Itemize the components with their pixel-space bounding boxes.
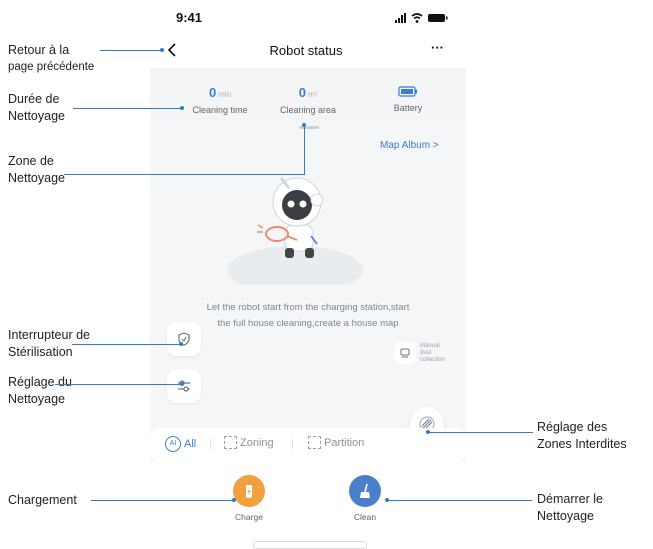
leader-dot — [232, 498, 236, 502]
divider — [210, 439, 211, 449]
leader-line — [55, 384, 181, 385]
leader-dot — [302, 123, 306, 127]
annotation-charging: Chargement — [8, 493, 77, 507]
leader-line — [386, 500, 532, 501]
leader-dot — [179, 342, 183, 346]
page-title: Robot status — [269, 43, 343, 58]
battery-label: Battery — [393, 103, 423, 113]
battery-stat: Battery — [358, 84, 458, 113]
leader-dot — [180, 106, 184, 110]
annotation-back: Retour à la page précédente — [8, 43, 95, 73]
cleaning-area-unit: m² — [307, 90, 318, 99]
leader-line — [91, 500, 234, 501]
partition-icon — [308, 436, 321, 449]
cleaning-time-value: 0 — [208, 85, 217, 100]
mode-zoning-label: Zoning — [240, 436, 274, 449]
cleaning-area-stat: 0 m² Cleaning area — [258, 84, 358, 115]
leader-line — [72, 344, 180, 345]
annotation-zone: Zone de Nettoyage — [8, 154, 65, 185]
annotation-start: Démarrer le Nettoyage — [537, 492, 603, 523]
signal-icon — [395, 13, 406, 23]
map-hint: Let the robot start from the charging st… — [160, 300, 456, 332]
charge-icon — [246, 485, 252, 498]
home-indicator — [253, 541, 367, 549]
sterilization-button[interactable] — [167, 322, 201, 356]
more-button[interactable]: ··· — [431, 40, 444, 55]
leader-dot — [426, 430, 430, 434]
status-icons — [395, 11, 451, 23]
map-hint-line-1: Let the robot start from the charging st… — [206, 302, 410, 313]
broom-icon — [360, 483, 370, 498]
sliders-icon — [178, 380, 190, 392]
charge-label: Charge — [235, 512, 263, 522]
battery-status-icon — [428, 14, 448, 22]
manual-dust-collection-button[interactable]: Manual dust collection — [394, 340, 462, 366]
annotation-forbidden: Réglage des Zones Interdites — [537, 420, 627, 451]
leader-line — [304, 125, 305, 175]
annotation-settings: Réglage du Nettoyage — [8, 375, 72, 406]
mode-zoning[interactable]: Zoning — [224, 436, 274, 449]
cleaning-area-label: Cleaning area — [279, 105, 337, 115]
leader-line — [64, 174, 305, 175]
wifi-icon — [411, 13, 423, 23]
mode-partition-label: Partition — [324, 436, 365, 449]
back-button[interactable] — [162, 40, 182, 60]
ai-icon: AI — [165, 436, 181, 452]
leader-dot — [385, 498, 389, 502]
manual-dust-label: Manual dust collection — [420, 342, 446, 363]
leader-dot — [180, 382, 184, 386]
charge-button[interactable] — [233, 475, 265, 507]
map-album-link[interactable]: Map Album > — [380, 140, 439, 151]
leader-line — [100, 50, 162, 51]
cleaning-settings-button[interactable] — [167, 369, 201, 403]
chevron-left-icon — [167, 43, 176, 57]
map-hint-line-2: the full house cleaning,create a house m… — [217, 318, 399, 329]
leader-line — [428, 432, 533, 433]
cleaning-time-label: Cleaning time — [192, 105, 248, 115]
cleaning-time-stat: 0 min Cleaning time — [170, 84, 270, 115]
annotation-duration: Durée de Nettoyage — [8, 92, 65, 123]
zoning-icon — [224, 436, 237, 449]
robot-illustration — [225, 170, 365, 294]
leader-dot — [160, 48, 164, 52]
battery-icon — [398, 86, 417, 97]
mode-partition[interactable]: Partition — [308, 436, 364, 449]
clean-label: Clean — [353, 512, 377, 522]
leader-line — [73, 108, 181, 109]
mode-all-label: All — [184, 438, 197, 450]
status-time: 9:41 — [176, 10, 203, 25]
mode-all[interactable]: AI All — [165, 436, 196, 452]
cleaning-area-value: 0 — [298, 85, 306, 100]
dust-collection-icon — [394, 342, 416, 364]
clean-button[interactable] — [349, 475, 381, 507]
divider — [292, 439, 293, 449]
cleaning-time-unit: min — [218, 90, 232, 99]
